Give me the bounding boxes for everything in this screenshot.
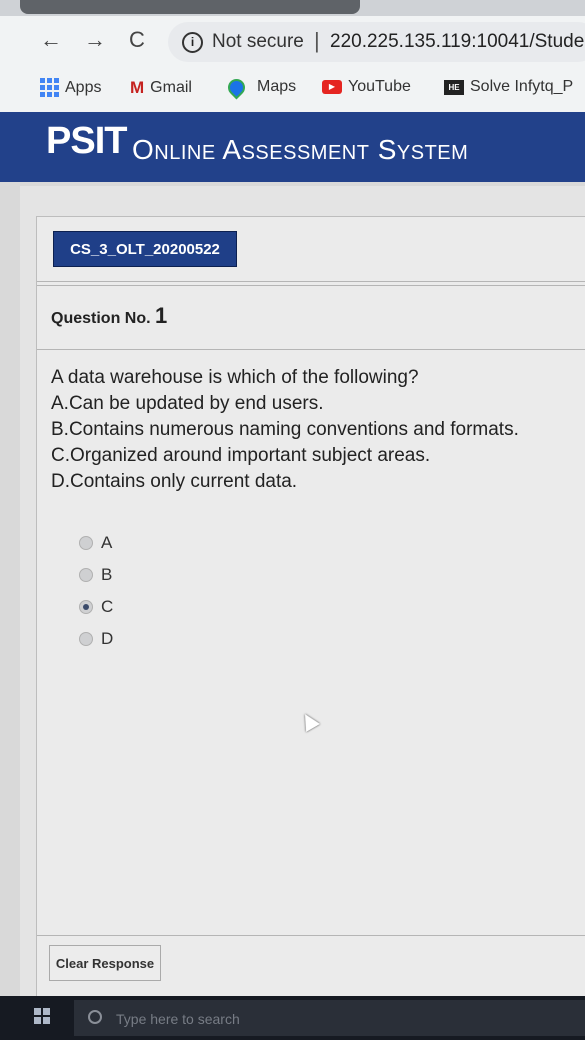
info-icon[interactable]: i xyxy=(182,32,203,53)
divider xyxy=(37,349,585,350)
question-text: A data warehouse is which of the followi… xyxy=(51,365,581,495)
apps-grid-icon xyxy=(40,78,59,97)
option-a[interactable]: A xyxy=(79,527,113,559)
bookmark-label: Apps xyxy=(65,78,102,96)
bookmark-label: Gmail xyxy=(150,79,192,96)
exam-code-badge: CS_3_OLT_20200522 xyxy=(53,231,237,267)
url-text[interactable]: 220.225.135.119:10041/Stude xyxy=(330,31,584,53)
bookmark-label: YouTube xyxy=(348,78,411,95)
security-label[interactable]: Not secure xyxy=(212,31,304,53)
bookmark-apps[interactable]: Apps xyxy=(40,78,101,97)
choice-text-a: A.Can be updated by end users. xyxy=(51,393,324,414)
bookmark-youtube[interactable]: ▶ YouTube xyxy=(322,78,411,96)
bookmark-gmail[interactable]: M Gmail xyxy=(130,78,192,98)
divider xyxy=(37,281,585,282)
option-b[interactable]: B xyxy=(79,559,113,591)
bookmark-maps[interactable]: Maps xyxy=(224,74,297,100)
browser-toolbar: ← → C i Not secure | 220.225.135.119:100… xyxy=(0,16,585,66)
option-label: A xyxy=(101,533,113,552)
forward-icon[interactable]: → xyxy=(82,26,108,54)
question-panel: CS_3_OLT_20200522 Question No. 1 A data … xyxy=(36,216,585,998)
divider xyxy=(37,285,585,286)
youtube-icon: ▶ xyxy=(322,80,342,94)
question-number: Question No. 1 xyxy=(51,303,167,329)
url-separator: | xyxy=(314,28,320,53)
answer-options: A B C D xyxy=(79,527,113,655)
search-icon xyxy=(88,1010,102,1024)
app-header: PSIT Online Assessment System xyxy=(0,112,585,182)
choice-text-b: B.Contains numerous naming conventions a… xyxy=(51,419,519,440)
active-tab[interactable] xyxy=(20,0,360,14)
bookmark-label: Maps xyxy=(257,78,297,95)
tab-strip xyxy=(0,0,585,16)
choice-text-d: D.Contains only current data. xyxy=(51,471,298,492)
choice-text-c: C.Organized around important subject are… xyxy=(51,445,431,466)
clear-response-button[interactable]: Clear Response xyxy=(49,945,161,981)
brand-logo: PSIT xyxy=(46,120,127,162)
reload-icon[interactable]: C xyxy=(124,26,150,54)
gmail-icon: M xyxy=(130,78,145,97)
question-stem: A data warehouse is which of the followi… xyxy=(51,367,419,388)
radio-button[interactable] xyxy=(79,536,93,550)
address-bar[interactable]: i Not secure | 220.225.135.119:10041/Stu… xyxy=(168,22,585,62)
windows-taskbar: Type here to search xyxy=(0,996,585,1040)
radio-button[interactable] xyxy=(79,568,93,582)
radio-button-selected[interactable] xyxy=(79,600,93,614)
main-content: CS_3_OLT_20200522 Question No. 1 A data … xyxy=(20,186,585,998)
question-number-label: Question No. xyxy=(51,310,151,327)
bookmark-infytq[interactable]: HE Solve Infytq_P xyxy=(444,78,573,96)
hackerearth-icon: HE xyxy=(444,79,464,95)
option-label: B xyxy=(101,565,113,584)
taskbar-search[interactable]: Type here to search xyxy=(74,1000,585,1036)
radio-button[interactable] xyxy=(79,632,93,646)
question-number-value: 1 xyxy=(155,303,168,328)
option-label: D xyxy=(101,629,114,648)
windows-start-icon[interactable] xyxy=(34,1008,50,1024)
option-d[interactable]: D xyxy=(79,623,113,655)
system-title: Online Assessment System xyxy=(132,134,469,165)
option-label: C xyxy=(101,597,114,616)
back-icon[interactable]: ← xyxy=(38,26,64,54)
search-placeholder: Type here to search xyxy=(116,1011,240,1027)
maps-pin-icon xyxy=(224,74,249,100)
option-c[interactable]: C xyxy=(79,591,113,623)
mouse-cursor-icon xyxy=(298,710,320,732)
divider xyxy=(37,935,585,936)
bookmark-label: Solve Infytq_P xyxy=(470,78,574,95)
bookmarks-bar: Apps M Gmail Maps ▶ YouTube HE Solve Inf… xyxy=(0,66,585,113)
